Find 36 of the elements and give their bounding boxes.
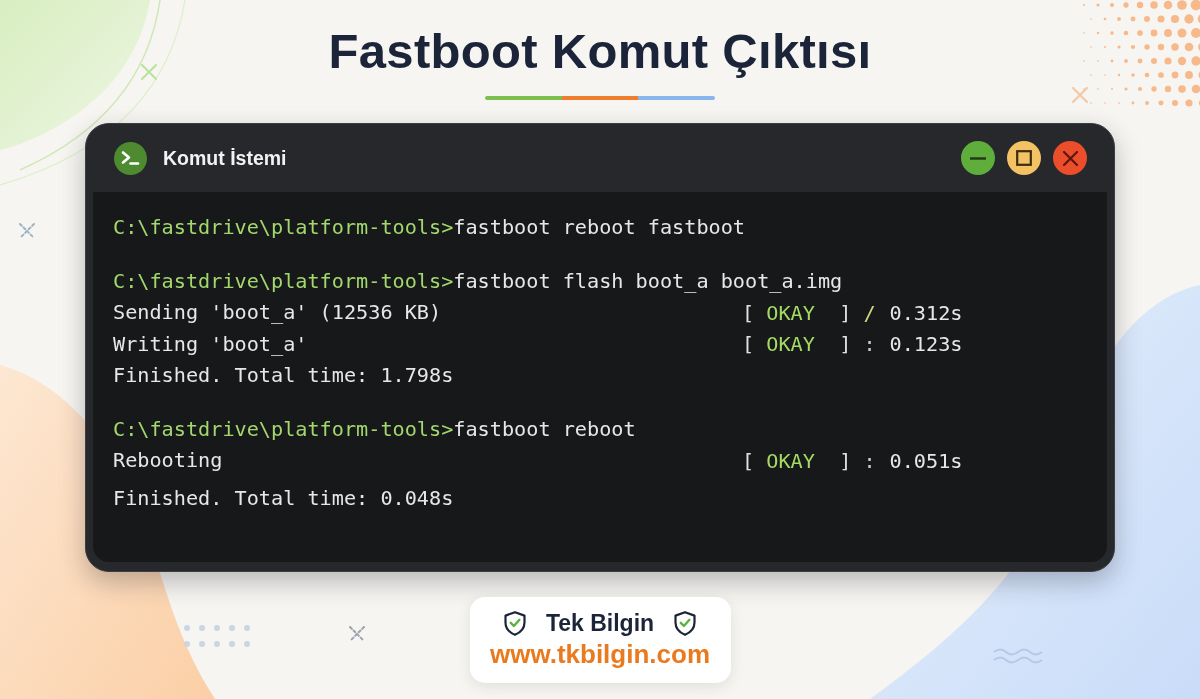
window-title: Komut İstemi (163, 146, 287, 170)
output-line: Writing 'boot_a' (113, 330, 308, 358)
dot-grid-drawing (184, 625, 250, 647)
output-line: Finished. Total time: 0.048s (113, 484, 454, 512)
maximize-button[interactable] (1007, 141, 1041, 175)
cross-icon (1072, 87, 1088, 103)
command-line: C:\fastdrive\platform-tools>fastboot reboot (113, 415, 636, 443)
elapsed-time: 0.123s (889, 332, 963, 357)
status-separator: / (863, 300, 876, 325)
terminal-icon (114, 141, 147, 175)
command-line: C:\fastdrive\platform-tools>fastboot reboot fastboot (113, 214, 745, 241)
command-line: C:\fastdrive\platform-tools>fastboot flash boot_a boot_a.img (113, 267, 843, 295)
cross-icon (141, 64, 157, 80)
cross-icon (349, 626, 365, 642)
cross-icon (19, 223, 35, 239)
page-title: Fastboot Komut Çıktısı (328, 23, 872, 80)
output-line: Finished. Total time: 1.798s (113, 362, 454, 389)
elapsed-time: 0.051s (889, 448, 963, 473)
maximize-icon (1016, 150, 1032, 166)
minimize-button[interactable] (961, 141, 995, 175)
shield-check-icon (503, 611, 526, 636)
shield-check-icon (674, 611, 697, 636)
output-line: Sending 'boot_a' (12536 KB) (113, 299, 442, 326)
elapsed-time: 0.312s (889, 300, 963, 325)
status-label: [ OKAY ] (742, 448, 852, 473)
status-separator: : (863, 332, 876, 357)
website-url: www.tkbilgin.com (489, 639, 711, 670)
status-label: [ OKAY ] (742, 300, 852, 325)
close-button[interactable] (1053, 141, 1087, 175)
wave-icon (993, 647, 1043, 665)
output-line: Rebooting (113, 447, 223, 474)
status-label: [ OKAY ] (742, 332, 852, 357)
minimize-icon (970, 156, 986, 160)
status-separator: : (863, 448, 876, 473)
close-icon (1062, 150, 1078, 166)
brand-name: Tek Bilgin (545, 610, 655, 637)
